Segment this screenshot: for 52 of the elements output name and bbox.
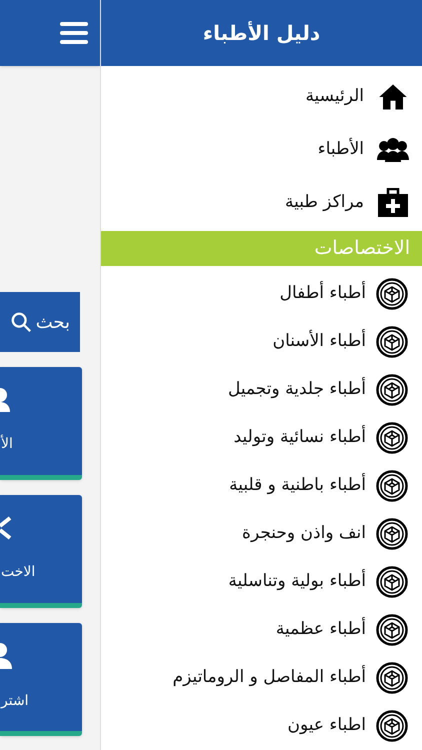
specialty-item[interactable]: أطباء الأسنان <box>101 318 422 366</box>
drawer-item-label: الرئيسية <box>305 84 364 108</box>
user-icon <box>0 642 14 668</box>
cube-icon <box>376 470 408 502</box>
specialty-label: انف واذن وحنجرة <box>242 522 366 546</box>
drawer-item[interactable]: الرئيسية <box>101 70 422 123</box>
cube-icon <box>376 518 408 550</box>
cube-icon <box>376 278 408 310</box>
medical-kit-icon <box>377 188 409 218</box>
card-label: الاخت <box>0 562 36 582</box>
cube-icon <box>376 422 408 454</box>
specialty-item[interactable]: أطباء المفاصل و الروماتيزم <box>101 654 422 702</box>
drawer-item-label: مراكز طبية <box>285 190 364 214</box>
cube-icon <box>376 566 408 598</box>
drawer-item[interactable]: الأطباء <box>101 123 422 176</box>
specialty-label: أطباء باطنية و قلبية <box>229 473 366 498</box>
drawer-item-label: الأطباء <box>318 136 364 161</box>
specialty-label: أطباء أطفال <box>280 281 366 306</box>
cube-icon <box>376 326 408 358</box>
search-button[interactable]: بحث <box>0 292 80 352</box>
drawer-item[interactable]: مراكز طبية <box>101 176 422 229</box>
specialty-item[interactable]: أطباء أطفال <box>101 270 422 318</box>
specialty-label: أطباء نسائية وتوليد <box>234 425 366 450</box>
cube-icon <box>376 710 408 742</box>
specialty-item[interactable]: أطباء باطنية و قلبية <box>101 462 422 510</box>
specialty-label: أطباء بولية وتناسلية <box>228 569 366 594</box>
specialty-item[interactable]: أطباء نسائية وتوليد <box>101 414 422 462</box>
cube-icon <box>376 614 408 646</box>
home-icon <box>378 82 408 112</box>
menu-card[interactable]: اشتر <box>0 623 82 736</box>
card-label: اشتر <box>0 692 29 710</box>
tools-icon <box>0 516 12 540</box>
specialty-item[interactable]: أطباء عظمية <box>101 606 422 654</box>
menu-icon[interactable] <box>60 21 88 45</box>
specialty-item[interactable]: أطباء بولية وتناسلية <box>101 558 422 606</box>
menu-card[interactable]: الأ <box>0 367 82 480</box>
menu-card[interactable]: الاخت <box>0 495 82 608</box>
specialty-item[interactable]: انف واذن وحنجرة <box>101 510 422 558</box>
search-icon <box>10 311 32 333</box>
specialty-item[interactable]: أطباء جلدية وتجميل <box>101 366 422 414</box>
specialty-label: أطباء جلدية وتجميل <box>228 377 366 402</box>
drawer-title: دليل الأطباء <box>202 20 320 47</box>
specialty-label: أطباء الأسنان <box>272 329 366 354</box>
people-icon <box>376 136 410 162</box>
card-label: الأ <box>0 434 13 454</box>
section-title: الاختصاصات <box>314 236 410 262</box>
specialty-item[interactable]: اطباء عيون <box>101 702 422 750</box>
specialty-label: اطباء عيون <box>287 714 366 738</box>
specialty-label: أطباء عظمية <box>276 617 366 642</box>
specialty-label: أطباء المفاصل و الروماتيزم <box>172 665 366 690</box>
cube-icon <box>376 662 408 694</box>
cube-icon <box>376 374 408 406</box>
